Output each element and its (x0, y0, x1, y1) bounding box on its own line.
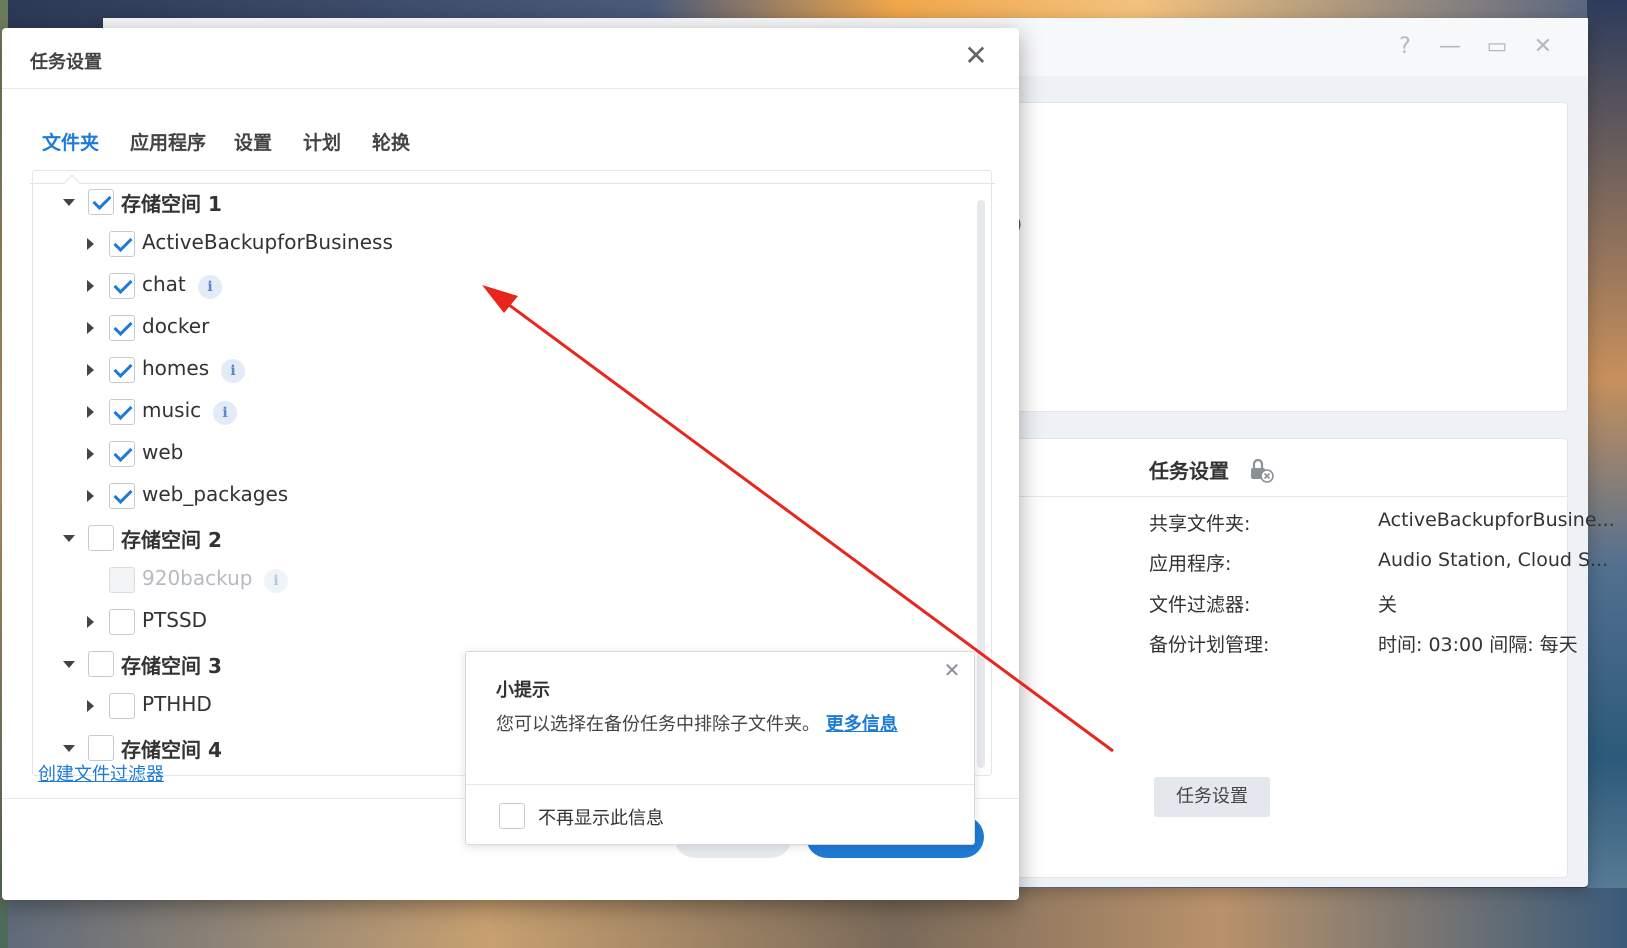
info-icon[interactable]: i (213, 401, 237, 425)
tree-row[interactable]: web_packages (82, 480, 962, 512)
tree-item-label: 920backup (142, 566, 253, 590)
tree-item-label: 存储空间 2 (121, 528, 222, 552)
tree-item-label: PTSSD (142, 608, 208, 632)
lock-settings-icon[interactable] (1248, 457, 1274, 483)
task-settings-button[interactable]: 任务设置 (1154, 777, 1270, 817)
chevron-down-icon[interactable] (61, 530, 77, 546)
tree-item-label: web_packages (142, 482, 289, 506)
tip-message: 您可以选择在备份任务中排除子文件夹。 (496, 714, 820, 735)
minimize-icon[interactable]: — (1437, 34, 1463, 60)
tree-checkbox[interactable] (88, 189, 114, 215)
task-settings-panel: 任务设置 共享文件夹: ActiveBackupforBusine... 应用程… (1003, 438, 1615, 878)
tree-checkbox[interactable] (88, 651, 114, 677)
tree-checkbox[interactable] (109, 315, 135, 341)
chevron-right-icon[interactable] (82, 614, 98, 630)
close-window-icon[interactable]: ✕ (1530, 34, 1556, 60)
tree-item-label: music (142, 398, 202, 422)
chevron-right-icon[interactable] (82, 320, 98, 336)
tree-checkbox (109, 567, 135, 593)
maximize-icon[interactable]: ▭ (1484, 34, 1510, 60)
tree-checkbox[interactable] (88, 525, 114, 551)
tab-settings[interactable]: 设置 (234, 128, 272, 155)
tree-checkbox[interactable] (109, 693, 135, 719)
tree-item-label: homes (142, 356, 210, 380)
tree-row[interactable]: music i (82, 396, 962, 428)
tree-row[interactable]: 存储空间 2 (61, 522, 941, 554)
tip-popover: ✕ 小提示 您可以选择在备份任务中排除子文件夹。 更多信息 不再显示此信息 (465, 651, 975, 845)
chevron-right-icon[interactable] (82, 698, 98, 714)
tree-row[interactable]: 存储空间 1 (61, 186, 941, 218)
divider (466, 784, 974, 785)
tree-item-label: 存储空间 1 (121, 192, 222, 216)
chevron-right-icon[interactable] (82, 404, 98, 420)
tree-checkbox[interactable] (109, 231, 135, 257)
tree-checkbox[interactable] (88, 735, 114, 761)
tree-checkbox[interactable] (109, 483, 135, 509)
tree-checkbox[interactable] (109, 399, 135, 425)
tree-item-label: 存储空间 3 (121, 654, 222, 678)
tree-row[interactable]: homes i (82, 354, 962, 386)
chevron-right-icon[interactable] (82, 362, 98, 378)
chevron-right-icon[interactable] (82, 488, 98, 504)
applications-value: Audio Station, Cloud S... (1378, 549, 1609, 571)
chevron-down-icon[interactable] (61, 656, 77, 672)
chevron-right-icon[interactable] (82, 236, 98, 252)
tree-scrollbar[interactable] (977, 200, 985, 768)
tree-checkbox[interactable] (109, 273, 135, 299)
schedule-value: 时间: 03:00 间隔: 每天 (1378, 634, 1578, 656)
info-icon[interactable]: i (198, 275, 222, 299)
file-filter-key: 文件过滤器: (1149, 594, 1251, 616)
tree-row[interactable]: docker (82, 312, 962, 344)
tree-checkbox[interactable] (109, 357, 135, 383)
tab-applications[interactable]: 应用程序 (130, 128, 206, 155)
task-settings-dialog: 任务设置 ✕ 文件夹 应用程序 设置 计划 轮换 存储空间 1 ActiveBac… (2, 28, 1019, 900)
tree-checkbox[interactable] (109, 609, 135, 635)
close-icon[interactable]: ✕ (962, 42, 990, 70)
tip-text: 您可以选择在备份任务中排除子文件夹。 更多信息 (496, 710, 916, 740)
applications-key: 应用程序: (1149, 553, 1232, 575)
tip-close-icon[interactable]: ✕ (942, 660, 962, 680)
dialog-title: 任务设置 (30, 52, 102, 73)
shared-folder-key: 共享文件夹: (1149, 513, 1251, 535)
chevron-down-icon[interactable] (61, 194, 77, 210)
tree-item-label: chat (142, 272, 186, 296)
info-icon[interactable]: i (264, 569, 288, 593)
shared-folder-value: ActiveBackupforBusine... (1378, 509, 1615, 531)
tree-row[interactable]: web (82, 438, 962, 470)
tree-row[interactable]: ActiveBackupforBusiness (82, 228, 962, 260)
file-filter-value: 关 (1378, 594, 1398, 616)
tree-row[interactable]: chat i (82, 270, 962, 302)
tree-item-label: web (142, 440, 184, 464)
dont-show-again-label: 不再显示此信息 (538, 808, 664, 829)
info-icon[interactable]: i (221, 359, 245, 383)
tree-row[interactable]: PTSSD (82, 606, 962, 638)
panel-header: 任务设置 (1004, 439, 1567, 497)
tree-row[interactable]: 920backup i (82, 564, 962, 596)
overview-panel (1003, 102, 1568, 412)
tree-item-label: ActiveBackupforBusiness (142, 230, 393, 254)
schedule-key: 备份计划管理: (1149, 634, 1270, 656)
tip-title: 小提示 (496, 680, 550, 701)
tree-checkbox[interactable] (109, 441, 135, 467)
tree-item-label: docker (142, 314, 210, 338)
help-icon[interactable]: ? (1392, 34, 1418, 60)
tab-schedule[interactable]: 计划 (303, 128, 341, 155)
dont-show-again-checkbox[interactable] (499, 803, 525, 829)
chevron-right-icon[interactable] (82, 446, 98, 462)
tab-folders[interactable]: 文件夹 (42, 128, 99, 155)
panel-title: 任务设置 (1149, 459, 1229, 483)
chevron-right-icon[interactable] (82, 278, 98, 294)
chevron-down-icon[interactable] (61, 740, 77, 756)
tree-item-label: 存储空间 4 (121, 738, 222, 762)
tree-item-label: PTHHD (142, 692, 212, 716)
more-info-link[interactable]: 更多信息 (826, 714, 898, 735)
tab-rotation[interactable]: 轮换 (372, 128, 410, 155)
divider (2, 88, 1019, 89)
create-file-filter-link[interactable]: 创建文件过滤器 (38, 760, 164, 786)
desktop-wallpaper-right (1587, 0, 1627, 948)
tab-bar: 文件夹 应用程序 设置 计划 轮换 (30, 116, 995, 192)
